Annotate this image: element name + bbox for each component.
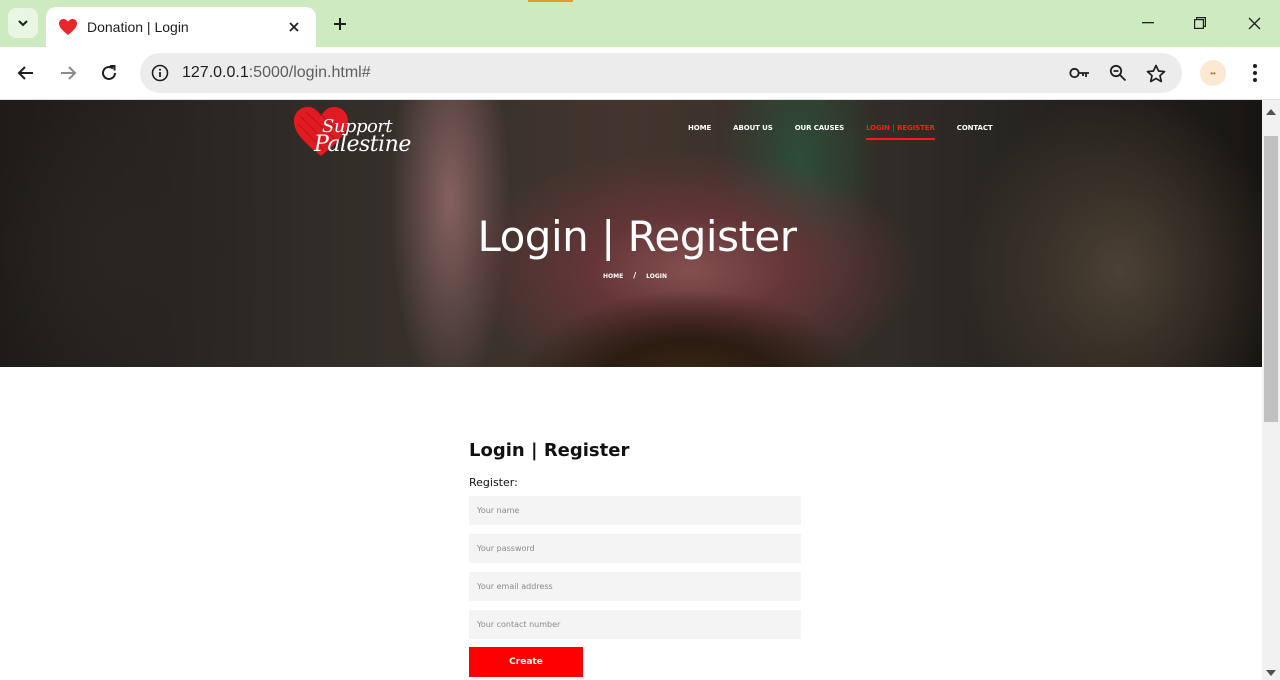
nav-about-us[interactable]: ABOUT US [733, 124, 773, 140]
forward-arrow-icon[interactable] [52, 57, 84, 89]
scrollbar-thumb[interactable] [1264, 136, 1278, 422]
browser-tab-strip: Donation | Login [0, 0, 1280, 47]
name-field[interactable] [469, 496, 801, 525]
register-form: Login | Register Register: Create [469, 440, 802, 677]
scroll-up-arrow-icon[interactable] [1266, 109, 1276, 115]
site-logo[interactable]: Support Palestine [292, 106, 412, 164]
nav-login-register[interactable]: LOGIN | REGISTER [866, 124, 935, 140]
form-heading: Login | Register [469, 440, 630, 461]
tab-title: Donation | Login [87, 19, 189, 35]
page-title: Login | Register [477, 212, 797, 261]
url-host: 127.0.0.1 [182, 64, 249, 81]
profile-avatar[interactable]: •• [1200, 60, 1226, 86]
bookmark-star-icon[interactable] [1144, 61, 1168, 85]
new-tab-plus-icon[interactable] [328, 12, 352, 36]
breadcrumb: HOME / LOGIN [0, 271, 1262, 280]
close-tab-icon[interactable] [284, 17, 304, 37]
loading-indicator [528, 0, 573, 2]
tab-search-button[interactable] [8, 8, 38, 38]
breadcrumb-separator: / [633, 271, 637, 280]
site-info-icon[interactable] [140, 53, 180, 93]
close-window-icon[interactable] [1234, 8, 1274, 38]
chevron-down-icon [18, 20, 28, 27]
password-key-icon[interactable] [1068, 61, 1092, 85]
minimize-icon[interactable] [1128, 8, 1168, 38]
email-field[interactable] [469, 572, 801, 601]
back-arrow-icon[interactable] [10, 57, 42, 89]
page-scrollbar[interactable] [1262, 100, 1280, 680]
contact-number-field[interactable] [469, 610, 801, 639]
address-bar[interactable]: 127.0.0.1:5000/login.html# [140, 53, 1182, 93]
nav-home[interactable]: HOME [688, 124, 711, 140]
create-button[interactable]: Create [469, 647, 583, 677]
more-menu-icon[interactable] [1243, 60, 1267, 86]
hero-banner: Support Palestine HOME ABOUT US OUR CAUS… [0, 100, 1262, 367]
reload-icon[interactable] [93, 57, 125, 89]
main-navigation: HOME ABOUT US OUR CAUSES LOGIN | REGISTE… [688, 124, 1015, 140]
logo-text-palestine: Palestine [314, 132, 411, 157]
scroll-down-arrow-icon[interactable] [1266, 670, 1276, 676]
breadcrumb-current: LOGIN [646, 273, 667, 280]
url-path: :5000/login.html# [248, 64, 371, 81]
zoom-icon[interactable] [1106, 61, 1130, 85]
nav-contact[interactable]: CONTACT [957, 124, 993, 140]
url-text: 127.0.0.1:5000/login.html# [182, 64, 371, 82]
browser-tab[interactable]: Donation | Login [46, 7, 316, 47]
password-field[interactable] [469, 534, 801, 563]
restore-icon[interactable] [1180, 8, 1220, 38]
heart-favicon-icon [58, 17, 78, 37]
breadcrumb-home[interactable]: HOME [603, 273, 623, 280]
browser-toolbar: 127.0.0.1:5000/login.html# •• [0, 47, 1280, 100]
nav-our-causes[interactable]: OUR CAUSES [795, 124, 844, 140]
form-subheading: Register: [469, 476, 518, 489]
page-viewport: Support Palestine HOME ABOUT US OUR CAUS… [0, 100, 1262, 680]
